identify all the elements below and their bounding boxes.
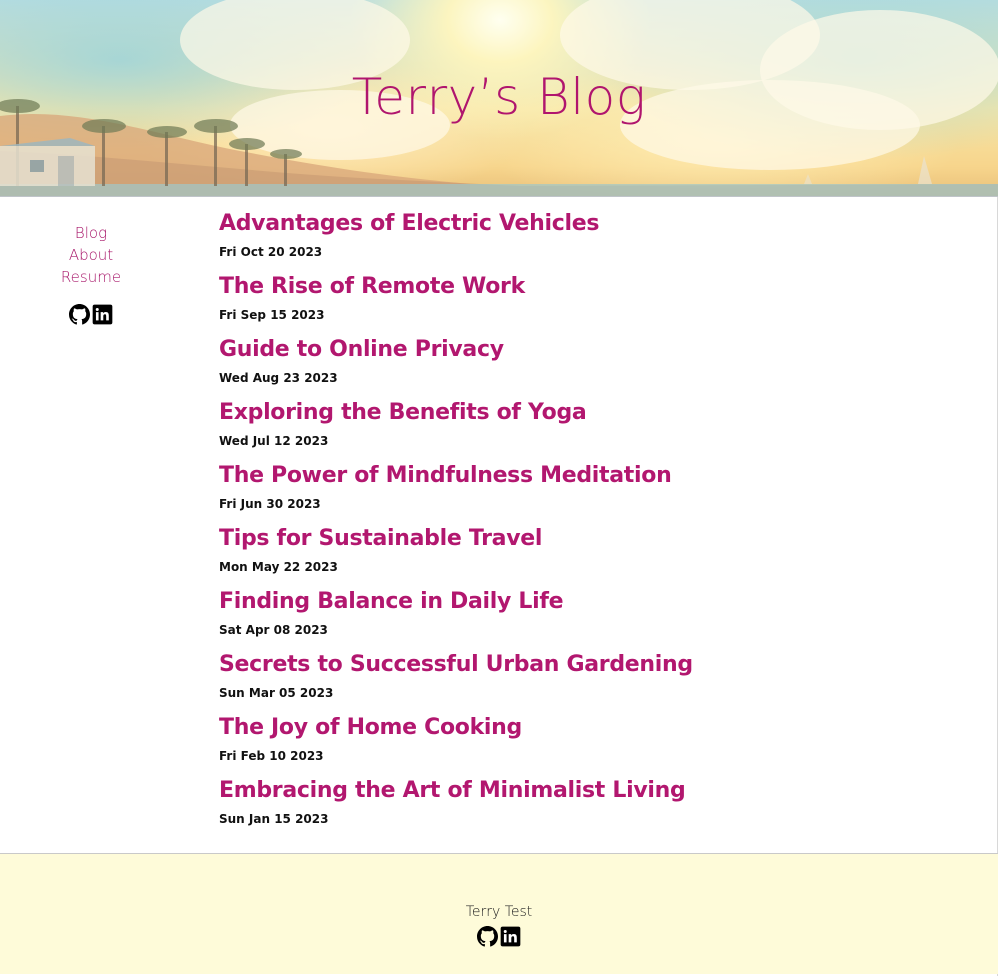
- list-item: Secrets to Successful Urban Gardening Su…: [219, 649, 939, 712]
- post-date: Wed Aug 23 2023: [219, 371, 338, 385]
- post-title-link[interactable]: Secrets to Successful Urban Gardening: [219, 649, 939, 681]
- post-title-link[interactable]: Advantages of Electric Vehicles: [219, 208, 939, 240]
- list-item: The Joy of Home Cooking Fri Feb 10 2023: [219, 712, 939, 775]
- list-item: Guide to Online Privacy Wed Aug 23 2023: [219, 334, 939, 397]
- blog-title: Terry’s Blog: [351, 68, 647, 126]
- nav-link-about[interactable]: About: [0, 244, 182, 266]
- post-title-link[interactable]: Tips for Sustainable Travel: [219, 523, 939, 555]
- github-icon[interactable]: [69, 304, 90, 325]
- page: Terry’s Blog Blog About Resume Advantage…: [0, 0, 998, 976]
- list-item: The Power of Mindfulness Meditation Fri …: [219, 460, 939, 523]
- github-icon[interactable]: [477, 926, 498, 947]
- list-item: The Rise of Remote Work Fri Sep 15 2023: [219, 271, 939, 334]
- post-date: Fri Jun 30 2023: [219, 497, 321, 511]
- post-title-link[interactable]: Finding Balance in Daily Life: [219, 586, 939, 618]
- sidebar: Blog About Resume: [0, 222, 182, 325]
- post-date: Wed Jul 12 2023: [219, 434, 329, 448]
- post-title-link[interactable]: The Rise of Remote Work: [219, 271, 939, 303]
- post-list: Advantages of Electric Vehicles Fri Oct …: [219, 208, 939, 838]
- linkedin-icon[interactable]: [500, 926, 521, 947]
- footer-author-name: Terry Test: [465, 904, 533, 920]
- linkedin-icon[interactable]: [92, 304, 113, 325]
- nav-link-resume[interactable]: Resume: [0, 266, 182, 288]
- post-title-link[interactable]: The Power of Mindfulness Meditation: [219, 460, 939, 492]
- post-date: Sat Apr 08 2023: [219, 623, 328, 637]
- post-date: Fri Feb 10 2023: [219, 749, 324, 763]
- footer-social-links: [0, 926, 998, 947]
- post-title-link[interactable]: Exploring the Benefits of Yoga: [219, 397, 939, 429]
- hero-banner: Terry’s Blog: [0, 0, 998, 197]
- footer: Terry Test: [0, 853, 998, 974]
- post-date: Fri Sep 15 2023: [219, 308, 325, 322]
- list-item: Exploring the Benefits of Yoga Wed Jul 1…: [219, 397, 939, 460]
- nav-link-blog[interactable]: Blog: [0, 222, 182, 244]
- post-title-link[interactable]: Guide to Online Privacy: [219, 334, 939, 366]
- post-title-link[interactable]: Embracing the Art of Minimalist Living: [219, 775, 939, 807]
- post-date: Sun Mar 05 2023: [219, 686, 334, 700]
- sidebar-social-links: [0, 304, 182, 325]
- post-title-link[interactable]: The Joy of Home Cooking: [219, 712, 939, 744]
- post-date: Fri Oct 20 2023: [219, 245, 323, 259]
- list-item: Finding Balance in Daily Life Sat Apr 08…: [219, 586, 939, 649]
- list-item: Tips for Sustainable Travel Mon May 22 2…: [219, 523, 939, 586]
- list-item: Embracing the Art of Minimalist Living S…: [219, 775, 939, 838]
- list-item: Advantages of Electric Vehicles Fri Oct …: [219, 208, 939, 271]
- post-date: Sun Jan 15 2023: [219, 812, 329, 826]
- post-date: Mon May 22 2023: [219, 560, 338, 574]
